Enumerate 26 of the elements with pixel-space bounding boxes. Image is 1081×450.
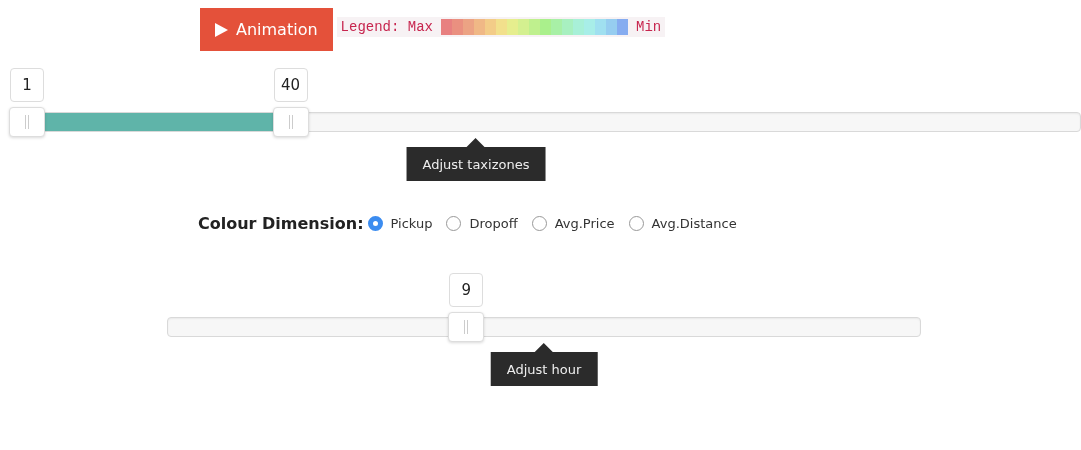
radio-button[interactable]: [628, 216, 644, 231]
radio-option[interactable]: Pickup: [367, 216, 433, 231]
legend-label: Legend: Max: [340, 19, 433, 35]
slider-value: 9: [449, 273, 484, 307]
radio-button[interactable]: [446, 216, 462, 231]
play-icon: [215, 22, 228, 37]
radio-option[interactable]: Dropoff: [446, 216, 518, 231]
radio-button[interactable]: [531, 216, 547, 231]
slider-handle[interactable]: [272, 107, 309, 137]
legend-label: Min: [636, 19, 662, 35]
radio-button[interactable]: [367, 216, 383, 231]
tooltip-arrow: [535, 343, 553, 352]
slider-value: 40: [273, 68, 308, 102]
slider-handle[interactable]: [448, 312, 485, 342]
colour-dimension-label: Colour Dimension:: [198, 214, 364, 233]
grip-icon: [464, 320, 469, 334]
grip-icon: [25, 115, 30, 129]
radio-option[interactable]: Avg.Distance: [628, 216, 737, 231]
slider-value: 1: [10, 68, 45, 102]
animation-button[interactable]: Animation: [200, 8, 333, 51]
radio-option[interactable]: Avg.Price: [531, 216, 615, 231]
slider-track[interactable]: [10, 107, 1081, 137]
slider-track[interactable]: [167, 312, 921, 342]
slider-handle[interactable]: [9, 107, 46, 137]
tooltip-arrow: [467, 138, 485, 147]
grip-icon: [288, 115, 293, 129]
